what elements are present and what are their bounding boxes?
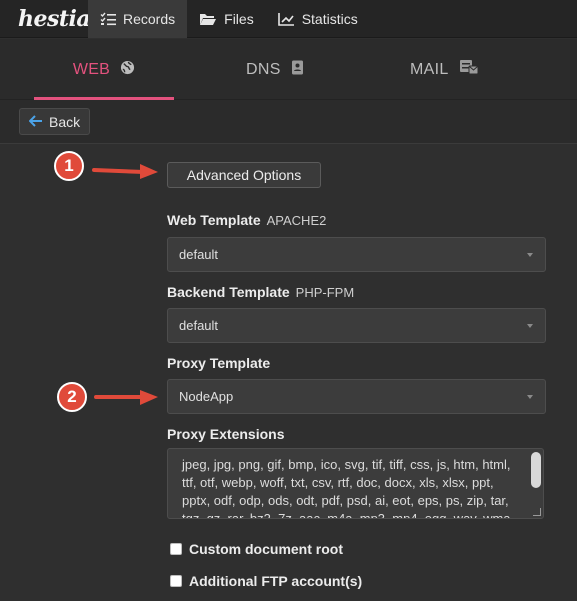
address-book-icon [291,60,304,80]
nav-files-label: Files [224,10,254,27]
callout-badge-2: 2 [57,382,87,412]
proxy-template-label: Proxy Template [167,355,270,371]
globe-icon [120,60,135,80]
toolbar: Back [0,100,577,144]
tab-dns-label: DNS [246,60,281,78]
chart-icon [277,12,295,26]
web-template-select[interactable]: default [167,237,546,272]
callout-badge-1: 1 [54,151,84,181]
nav-statistics[interactable]: Statistics [266,0,370,38]
back-button[interactable]: Back [19,108,90,135]
tab-dns[interactable]: DNS [246,39,304,100]
back-button-label: Back [49,113,81,130]
tab-web[interactable]: WEB [34,39,174,100]
custom-document-root-label: Custom document root [189,541,343,557]
top-navigation: hestia Records Files Statistics [0,0,577,38]
proxy-extensions-value: jpeg, jpg, png, gif, bmp, ico, svg, tif,… [182,457,511,519]
web-template-label: Web Template APACHE2 [167,212,326,228]
proxy-template-select[interactable]: NodeApp [167,379,546,414]
backend-template-sublabel: PHP-FPM [295,285,355,300]
tab-mail-label: MAIL [410,60,449,78]
backend-template-label: Backend Template PHP-FPM [167,284,354,300]
custom-document-root-row[interactable]: Custom document root [170,541,343,557]
nav-statistics-label: Statistics [301,10,358,27]
caret-down-icon [527,324,533,328]
checklist-icon [100,12,116,26]
caret-down-icon [527,253,533,257]
scrollbar-thumb[interactable] [531,452,541,488]
web-template-value: default [179,247,219,262]
callout-arrow-1 [92,164,158,179]
tab-mail[interactable]: MAIL [410,39,479,100]
web-template-label-text: Web Template [167,212,261,228]
backend-template-select[interactable]: default [167,308,546,343]
section-tabs: WEB DNS MAIL [0,39,577,100]
proxy-extensions-label-text: Proxy Extensions [167,426,285,442]
additional-ftp-checkbox[interactable] [170,575,182,587]
web-template-sublabel: APACHE2 [266,213,327,228]
nav-files[interactable]: Files [187,0,266,38]
proxy-extensions-label: Proxy Extensions [167,426,285,442]
proxy-extensions-textarea[interactable]: jpeg, jpg, png, gif, bmp, ico, svg, tif,… [167,448,544,519]
proxy-template-value: NodeApp [179,389,234,404]
callout-arrow-2 [94,390,158,405]
backend-template-label-text: Backend Template [167,284,290,300]
tab-web-label: WEB [72,60,111,78]
advanced-options-button[interactable]: Advanced Options [167,162,321,188]
caret-down-icon [527,395,533,399]
additional-ftp-label: Additional FTP account(s) [189,573,363,589]
arrow-left-icon [28,114,43,130]
textarea-scrollbar[interactable] [531,452,541,516]
mail-server-icon [459,59,479,80]
hestia-logo[interactable]: hestia [0,0,91,38]
proxy-template-label-text: Proxy Template [167,355,271,371]
custom-document-root-checkbox[interactable] [170,543,182,555]
nav-records-label: Records [123,10,176,27]
nav-records[interactable]: Records [88,0,188,38]
resize-handle-icon[interactable] [533,508,541,516]
folder-icon [199,12,217,26]
additional-ftp-row[interactable]: Additional FTP account(s) [170,573,362,589]
backend-template-value: default [179,318,219,333]
